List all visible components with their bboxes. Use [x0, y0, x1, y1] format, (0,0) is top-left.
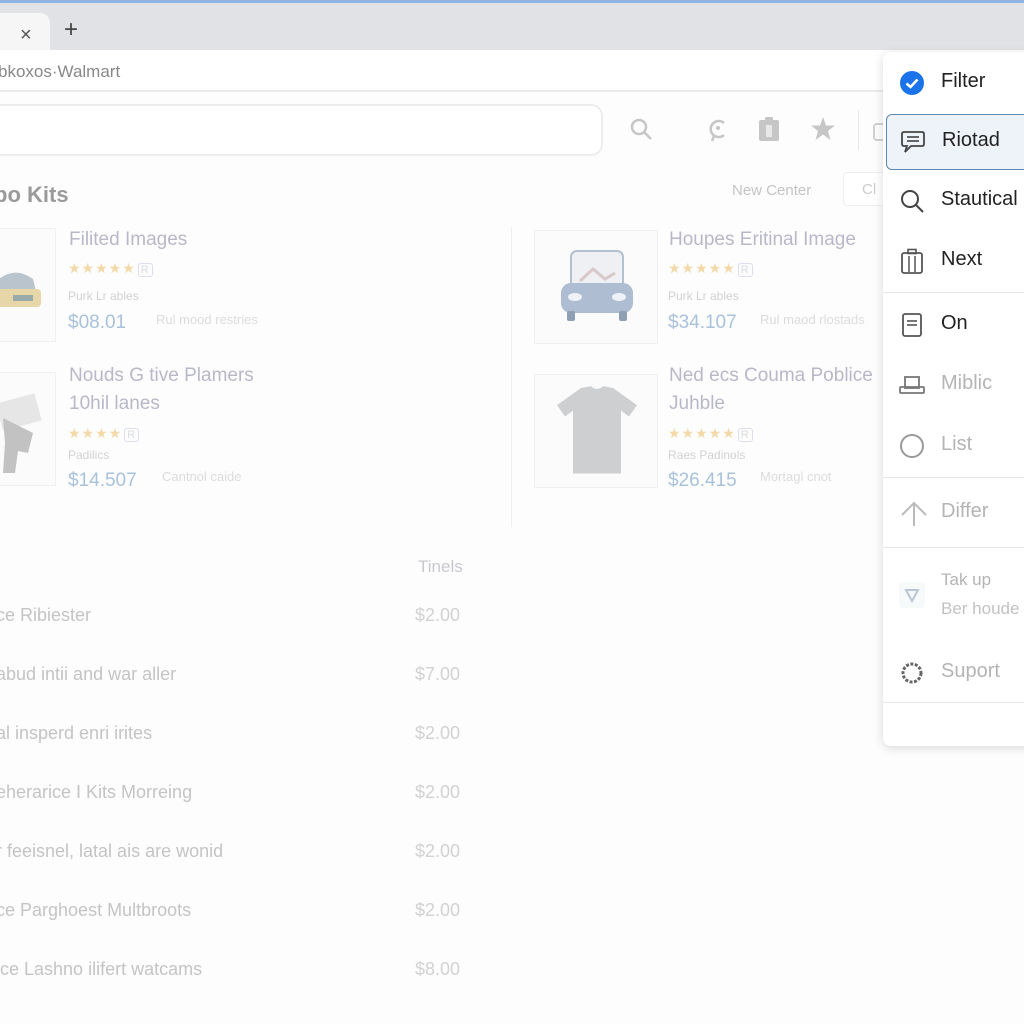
menu-item-label: Stautical: [941, 188, 1018, 210]
check-circle-icon: [899, 70, 925, 96]
search-icon[interactable]: [628, 116, 654, 147]
menu-item-on[interactable]: On: [883, 296, 1024, 352]
table-row-price: $8.00: [415, 959, 461, 979]
table-row-name[interactable]: abud intii and war aller: [0, 664, 176, 685]
menu-item-label: Riotad: [942, 129, 1000, 151]
address-text: bkoxos·Walmart: [0, 62, 121, 81]
menu-item-next[interactable]: Next: [883, 232, 1024, 288]
product-seller: Padilics: [68, 448, 110, 462]
table-row-name[interactable]: ice Lashno ilifert watcams: [0, 959, 202, 980]
menu-item-label: Miblic: [941, 372, 993, 394]
tab-bar: × +: [0, 3, 1024, 53]
product-image[interactable]: [0, 228, 56, 342]
rating-stars: ★★★★★ R: [668, 425, 753, 442]
table-row-name[interactable]: ce Ribiester: [0, 605, 91, 626]
clipboard-icon[interactable]: [757, 116, 781, 147]
triangle-down-icon: [899, 582, 925, 608]
table-row-price: $2.00: [415, 782, 461, 802]
product-title[interactable]: Filited Images: [69, 226, 187, 254]
column-divider: [511, 227, 512, 527]
product-price: $34.107: [668, 312, 737, 333]
menu-item-miblic[interactable]: Miblic: [883, 356, 1024, 412]
menu-item-stautical[interactable]: Stautical: [883, 172, 1024, 228]
product-price: $14.507: [68, 470, 137, 491]
table-row-price: $2.00: [415, 723, 461, 743]
menu-item-sublabel: Ber houde: [941, 599, 1020, 618]
product-title[interactable]: Houpes Eritinal Image: [669, 226, 856, 254]
menu-item-label: Filter: [941, 70, 986, 92]
menu-divider: [883, 547, 1024, 548]
table-header-totals: Tinels: [418, 557, 463, 576]
dropdown-menu: Filter Riotad Stautical Next On Miblic L…: [883, 52, 1024, 746]
section-title: bo Kits: [0, 182, 69, 207]
address-bar[interactable]: bkoxos·Walmart: [0, 50, 1024, 92]
table-row-name[interactable]: eherarice I Kits Morreing: [0, 782, 192, 803]
menu-item-take-up[interactable]: Tak up Ber houde: [883, 562, 1024, 632]
menu-divider: [883, 292, 1024, 293]
table-row-price: $7.00: [415, 664, 461, 684]
menu-item-differ[interactable]: Differ: [883, 484, 1024, 540]
document-icon: [899, 312, 925, 338]
product-image[interactable]: [534, 374, 658, 488]
product-title[interactable]: Ned ecs Couma Poblice Juhble: [669, 362, 873, 418]
menu-item-label: Differ: [941, 500, 989, 522]
rating-stars: ★★★★★ R: [668, 260, 753, 277]
menu-item-label: Next: [941, 248, 983, 270]
product-price: $08.01: [68, 312, 127, 333]
product-image[interactable]: [534, 230, 658, 344]
product-shipping: Mortagl cnot: [760, 469, 832, 484]
product-seller: Raes Padinols: [668, 448, 746, 462]
search-input[interactable]: [0, 104, 603, 156]
menu-divider: [883, 477, 1024, 478]
new-center-link[interactable]: New Center: [732, 182, 811, 199]
menu-divider: [883, 702, 1024, 703]
table-row-price: $2.00: [415, 900, 461, 920]
table-row-price: $2.00: [415, 605, 461, 625]
menu-item-suport[interactable]: Suport: [883, 644, 1024, 700]
menu-item-filter[interactable]: Filter: [883, 54, 1024, 110]
table-row-name[interactable]: r feeisnel, latal ais are wonid: [0, 841, 223, 862]
clipboard-icon: [899, 248, 925, 274]
product-price: $26.415: [668, 470, 737, 491]
chat-list-icon: [900, 129, 926, 155]
table-row-price: $2.00: [415, 841, 461, 861]
page-content: bo Kits New Center Cl Filited Images ★★★…: [0, 92, 1024, 1024]
menu-item-label: Tak up: [941, 570, 992, 589]
menu-item-label: List: [941, 433, 973, 455]
search-icon: [899, 188, 925, 214]
table-row-name[interactable]: ce Parghoest Multbroots: [0, 900, 191, 921]
product-seller: Purk Lr ables: [668, 289, 739, 303]
coupon-icon[interactable]: [706, 116, 730, 147]
menu-item-list[interactable]: List: [883, 417, 1024, 473]
product-shipping: Cantnol caide: [162, 469, 242, 484]
star-icon[interactable]: [810, 116, 836, 147]
product-image[interactable]: [0, 372, 56, 486]
close-tab-icon[interactable]: ×: [20, 25, 32, 45]
toolbar-divider: [858, 110, 859, 150]
printer-icon: [899, 372, 925, 398]
browser-tab[interactable]: ×: [0, 13, 50, 53]
menu-item-riotad[interactable]: Riotad: [886, 114, 1024, 170]
table-row-name[interactable]: al insperd enri irites: [0, 723, 152, 744]
circle-icon: [899, 433, 925, 459]
product-title[interactable]: Nouds G tive Plamers 10hil lanes: [69, 362, 254, 418]
rating-stars: ★★★★ R: [68, 425, 140, 442]
product-seller: Purk Lr ables: [68, 289, 139, 303]
rating-stars: ★★★★★ R: [68, 260, 153, 277]
product-shipping: Rul maod rlostads: [760, 312, 865, 327]
new-tab-button[interactable]: +: [64, 18, 78, 42]
menu-item-label: Suport: [941, 660, 1000, 682]
menu-item-label: On: [941, 312, 968, 334]
product-shipping: Rul mood restries: [156, 312, 258, 327]
arrow-up-icon: [899, 500, 927, 526]
gear-icon: [899, 660, 925, 686]
